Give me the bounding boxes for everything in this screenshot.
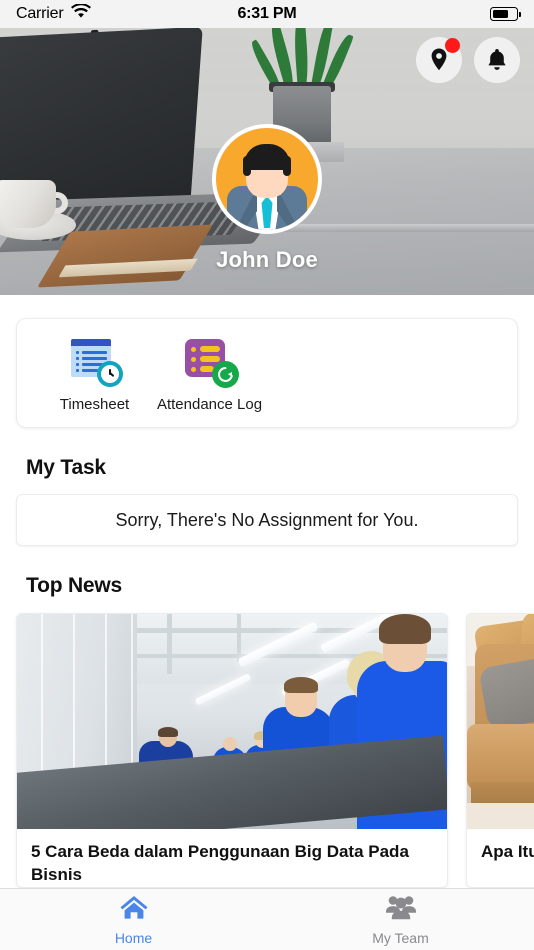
news-card[interactable]: Apa Itu Anti... bbox=[466, 613, 534, 888]
status-bar-time: 6:31 PM bbox=[237, 5, 297, 22]
my-task-card: Sorry, There's No Assignment for You. bbox=[16, 494, 518, 546]
news-image-factory bbox=[17, 614, 447, 829]
tab-label: My Team bbox=[372, 929, 429, 946]
attendance-log-icon bbox=[182, 337, 239, 388]
quick-action-timesheet[interactable]: Timesheet bbox=[37, 337, 152, 413]
user-name: John Doe bbox=[216, 247, 318, 272]
news-title: Apa Itu Anti... bbox=[481, 842, 534, 861]
battery-icon bbox=[490, 7, 521, 21]
quick-action-label: Attendance Log bbox=[156, 396, 263, 413]
avatar[interactable] bbox=[212, 124, 322, 234]
location-badge bbox=[445, 38, 460, 53]
timesheet-icon bbox=[67, 337, 123, 387]
header-action-buttons bbox=[416, 37, 520, 83]
quick-action-attendance-log[interactable]: Attendance Log bbox=[152, 337, 267, 413]
my-task-empty-message: Sorry, There's No Assignment for You. bbox=[115, 509, 419, 530]
tab-label: Home bbox=[114, 929, 153, 946]
status-bar-right bbox=[490, 7, 521, 21]
news-image-sofa bbox=[467, 614, 534, 829]
profile-header: John Doe bbox=[0, 28, 534, 295]
top-news-carousel[interactable]: 5 Cara Beda dalam Penggunaan Big Data Pa… bbox=[0, 613, 534, 888]
quick-action-label: Timesheet bbox=[59, 396, 130, 413]
status-bar: Carrier 6:31 PM bbox=[0, 0, 534, 28]
app-screen: Carrier 6:31 PM John Doe Timesheet Atten… bbox=[0, 0, 534, 950]
tab-my-team[interactable]: My Team bbox=[267, 894, 534, 946]
home-icon bbox=[119, 894, 149, 925]
people-group-icon bbox=[385, 894, 417, 925]
top-news-title: Top News bbox=[26, 574, 123, 597]
news-title: 5 Cara Beda dalam Penggunaan Big Data Pa… bbox=[31, 842, 409, 884]
location-button[interactable] bbox=[416, 37, 462, 83]
news-card[interactable]: 5 Cara Beda dalam Penggunaan Big Data Pa… bbox=[16, 613, 448, 888]
notification-button[interactable] bbox=[474, 37, 520, 83]
quick-actions-card: Timesheet Attendance Log bbox=[16, 318, 518, 428]
my-task-title: My Task bbox=[26, 456, 106, 479]
main-content: Timesheet Attendance Log My Task Sorry, … bbox=[0, 295, 534, 888]
tab-bar: Home My Team bbox=[0, 888, 534, 950]
tab-home[interactable]: Home bbox=[0, 894, 267, 946]
profile-block: John Doe bbox=[0, 124, 534, 273]
